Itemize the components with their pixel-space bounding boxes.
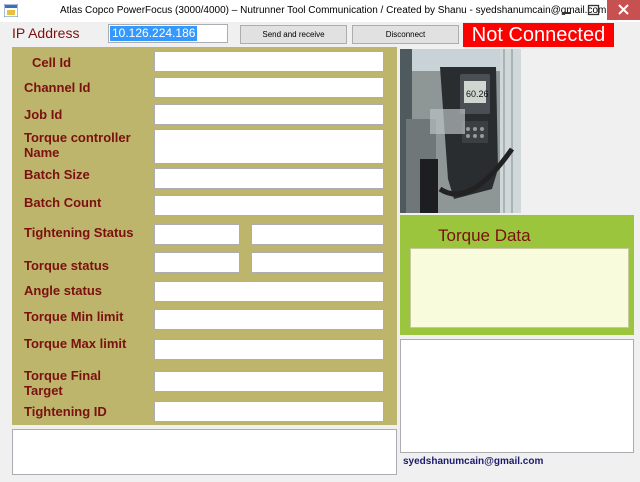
batch-count-field[interactable] [154, 195, 384, 216]
tightening-status-field[interactable] [154, 224, 240, 245]
message-box[interactable] [12, 429, 397, 475]
torque-status-field[interactable] [154, 252, 240, 273]
close-button[interactable] [607, 0, 640, 20]
angle-status-field[interactable] [154, 281, 384, 302]
torque-data-title: Torque Data [438, 226, 531, 245]
ip-address-label: IP Address [12, 25, 80, 41]
torque-min-limit-label: Torque Min limit [24, 309, 124, 324]
controller-photo: 60.26 [400, 49, 521, 213]
tightening-status-detail-field[interactable] [251, 224, 384, 245]
torque-final-target-label: Torque Final Target [24, 368, 102, 398]
maximize-button[interactable] [580, 0, 607, 20]
send-and-receive-button[interactable]: Send and receive [240, 25, 347, 44]
tightening-id-field[interactable] [154, 401, 384, 422]
display-reading: 60.26 [466, 89, 489, 99]
torque-min-limit-field[interactable] [154, 309, 384, 330]
log-box[interactable] [400, 339, 634, 453]
batch-size-field[interactable] [154, 168, 384, 189]
close-icon [618, 4, 629, 15]
angle-status-label: Angle status [24, 283, 103, 298]
minimize-icon [562, 12, 571, 14]
job-id-label: Job Id [24, 107, 63, 122]
maximize-icon [587, 4, 600, 16]
connection-status-badge: Not Connected [463, 23, 614, 47]
batch-size-label: Batch Size [24, 167, 90, 182]
tightening-status-label: Tightening Status [24, 225, 134, 240]
batch-count-label: Batch Count [24, 195, 102, 210]
disconnect-button[interactable]: Disconnect [352, 25, 459, 44]
channel-id-field[interactable] [154, 77, 384, 98]
torque-max-limit-field[interactable] [154, 339, 384, 360]
controller-photo-image: 60.26 [400, 49, 521, 213]
cell-id-field[interactable] [154, 51, 384, 72]
torque-controller-name-field[interactable] [154, 129, 384, 164]
torque-max-limit-label: Torque Max limit [24, 336, 127, 351]
torque-status-label: Torque status [24, 258, 109, 273]
job-id-field[interactable] [154, 104, 384, 125]
torque-controller-name-label: Torque controller Name [24, 130, 131, 160]
app-icon [4, 4, 18, 17]
ip-address-value[interactable]: 10.126.224.186 [110, 26, 198, 41]
window-title: Atlas Copco PowerFocus (3000/4000) – Nut… [60, 5, 607, 16]
torque-status-detail-field[interactable] [251, 252, 384, 273]
torque-data-box[interactable] [410, 248, 629, 328]
title-bar: Atlas Copco PowerFocus (3000/4000) – Nut… [0, 0, 640, 22]
author-email: syedshanumcain@gmail.com [403, 456, 544, 467]
minimize-button[interactable] [553, 0, 580, 20]
torque-final-target-field[interactable] [154, 371, 384, 392]
channel-id-label: Channel Id [24, 80, 91, 95]
tightening-id-label: Tightening ID [24, 404, 107, 419]
cell-id-label: Cell Id [32, 55, 72, 70]
